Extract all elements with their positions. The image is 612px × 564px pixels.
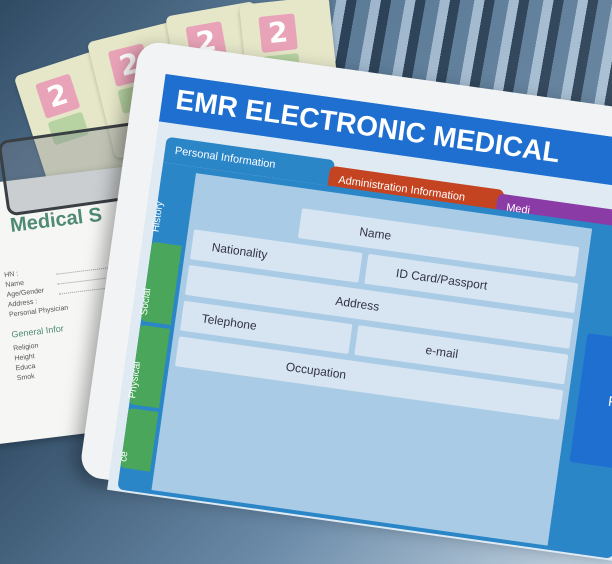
- personal-information-panel: History Social Physical ce Name National…: [117, 162, 612, 559]
- side-tab-other[interactable]: ce: [118, 408, 159, 472]
- paper-subrow: Smok: [16, 373, 36, 383]
- email-label: e-mail: [424, 342, 459, 362]
- folder-number: 2: [258, 13, 298, 53]
- address-label: Address: [334, 293, 381, 314]
- photo-box[interactable]: P: [569, 333, 612, 469]
- side-tab-label: History: [150, 200, 166, 233]
- paper-subrow: Height: [14, 353, 36, 363]
- paper-subrow: Educa: [15, 362, 36, 373]
- emr-screen: EMR ELECTRONIC MEDICAL Personal Informat…: [107, 73, 612, 563]
- paper-row: Name: [5, 279, 25, 289]
- side-tab-label: Social: [138, 287, 154, 317]
- id-card-label: ID Card/Passport: [395, 265, 489, 293]
- side-tab-history[interactable]: History: [150, 168, 193, 242]
- nationality-label: Nationality: [210, 240, 269, 262]
- telephone-label: Telephone: [200, 311, 258, 333]
- tablet-device: EMR ELECTRONIC MEDICAL Personal Informat…: [78, 40, 612, 563]
- paper-row: Age/Gender: [6, 287, 45, 299]
- paper-subrow: Religion: [12, 342, 39, 353]
- name-label: Name: [358, 224, 393, 243]
- folder-number: 2: [35, 73, 81, 119]
- paper-subheading: General Infor: [10, 323, 65, 340]
- side-tab-label: ce: [118, 450, 131, 463]
- paper-row: Address :: [7, 298, 38, 309]
- occupation-label: Occupation: [285, 359, 348, 382]
- patient-form: Name Nationality ID Card/Passport Addres…: [151, 173, 593, 546]
- paper-row: HN :: [3, 270, 19, 280]
- side-tab-label: Physical: [127, 360, 144, 400]
- photo-label: P: [607, 392, 612, 410]
